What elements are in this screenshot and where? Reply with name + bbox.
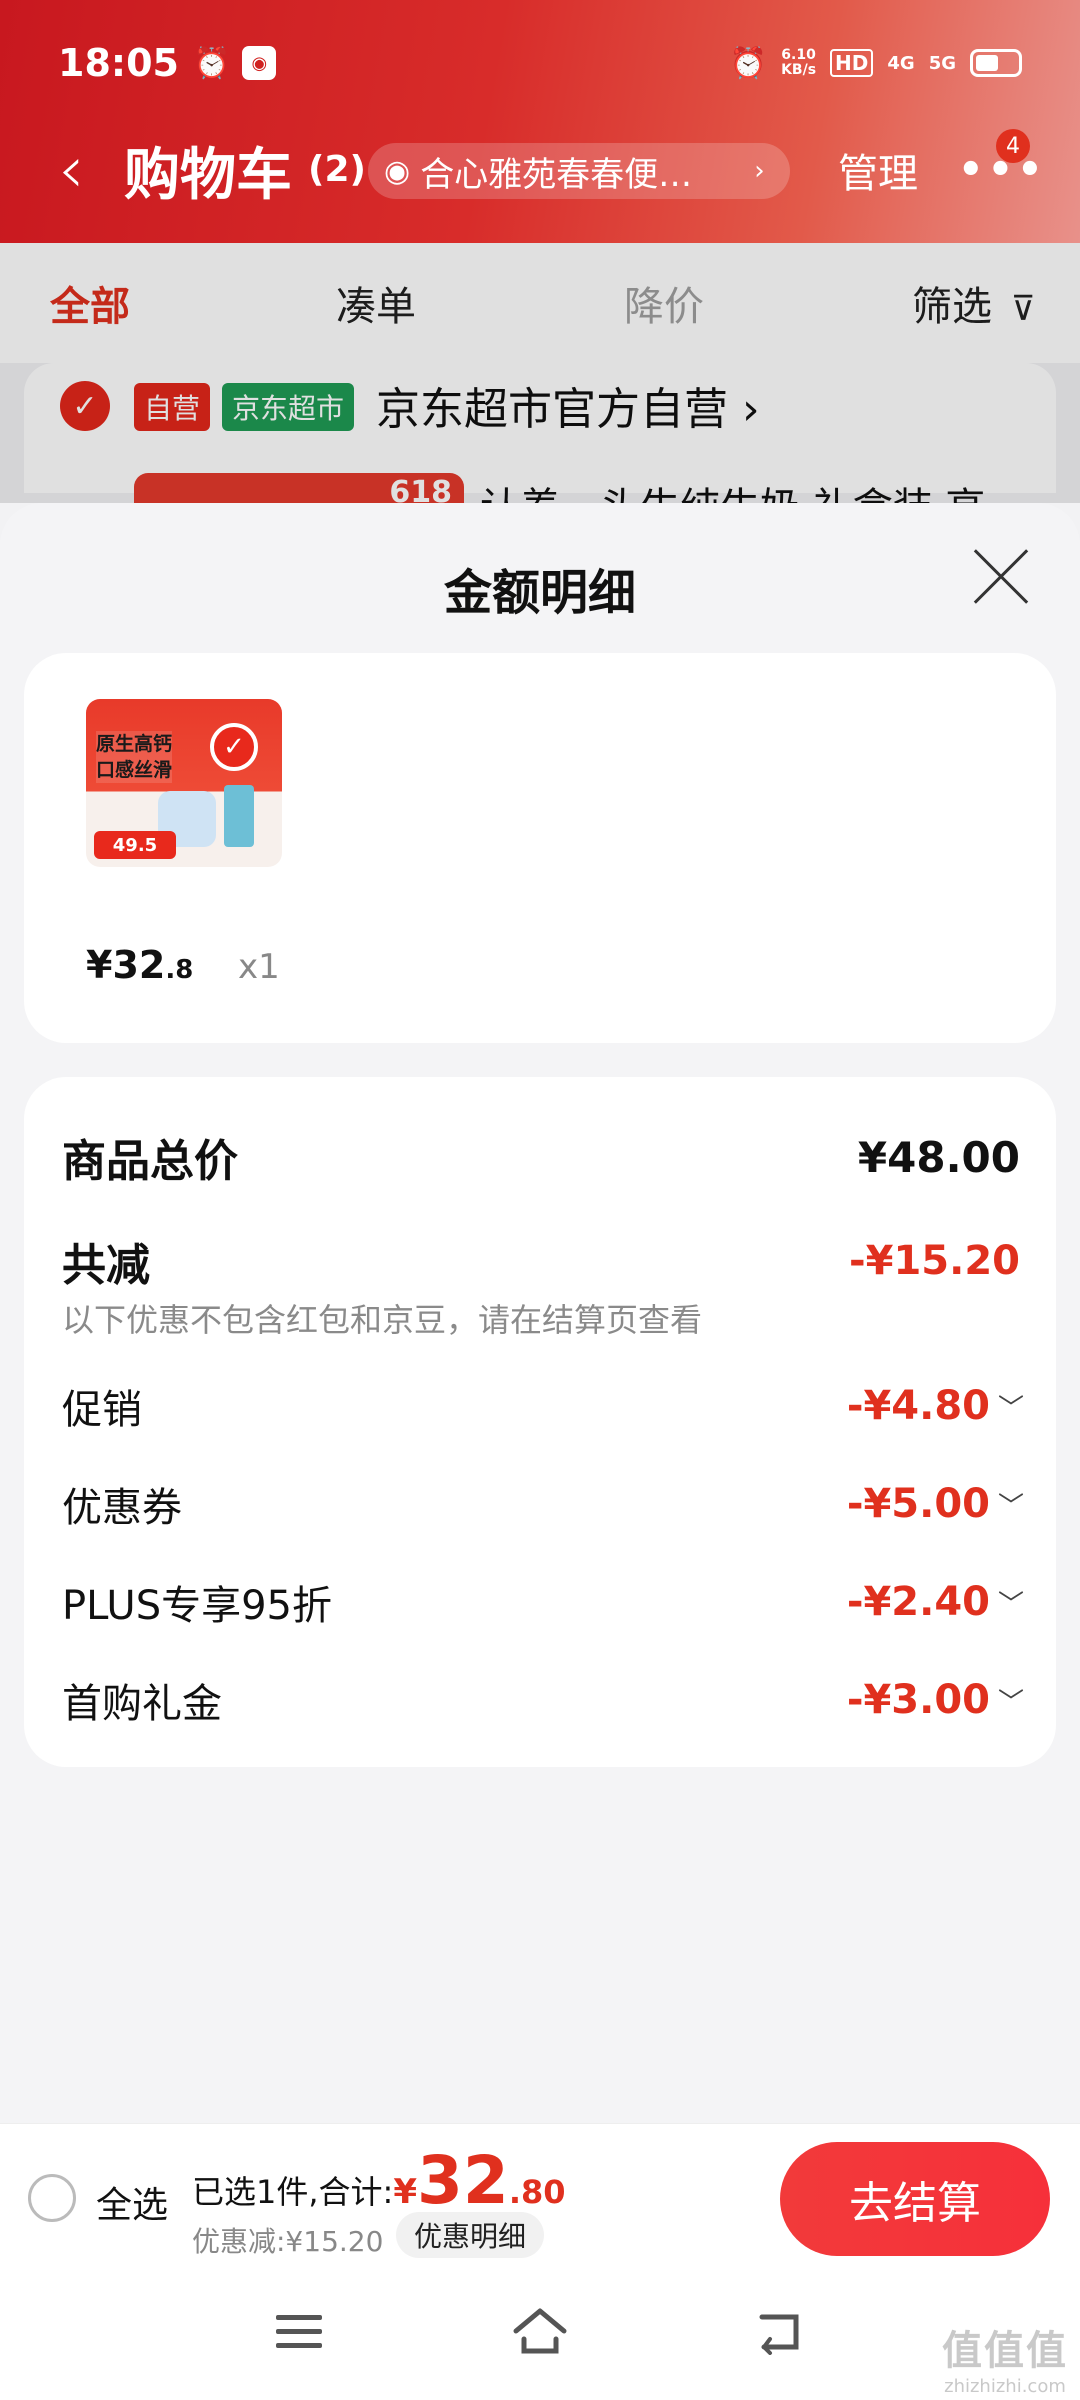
discount-row[interactable]: PLUS专享95折 -¥2.40 ﹀ (62, 1573, 1024, 1631)
cart-count: (2) (308, 149, 366, 190)
package-image (224, 785, 254, 847)
back-nav-icon[interactable] (756, 2309, 806, 2355)
status-right: ⏰ 6.10 KB/s HD 4G 5G (716, 46, 1022, 81)
item-price-dec: .8 (165, 955, 194, 985)
discount-label: 促销 (62, 1387, 142, 1433)
alarm-icon: ⏰ (192, 45, 231, 81)
watermark-logo: 值值值 (942, 2328, 1068, 2374)
app-notification-icon: ◉ (242, 46, 277, 80)
watermark: 值值值 zhizhizhi.com (942, 2318, 1068, 2397)
alarm-icon: ⏰ (729, 45, 768, 81)
status-bar: 18:05 ⏰ ◉ ⏰ 6.10 KB/s HD 4G 5G (58, 38, 1022, 88)
thumb-price: 49.5 (94, 831, 176, 859)
reduce-label: 共减 (62, 1240, 150, 1291)
watermark-url: zhizhizhi.com (944, 2376, 1066, 2397)
battery-icon (970, 49, 1022, 77)
checkout-button[interactable]: 去结算 (780, 2142, 1050, 2256)
chevron-down-icon[interactable]: ﹀ (998, 1486, 1024, 1523)
item-quantity: x1 (238, 947, 280, 987)
more-badge: 4 (996, 129, 1030, 163)
amount-detail-sheet: 金额明细 原生高钙 口感丝滑 ✓ 49.5 ¥32.8 x1 商品总价 ¥48.… (0, 503, 1080, 2123)
total-yen: ¥ (393, 2172, 417, 2212)
total-value: ¥48.00 (857, 1132, 1020, 1182)
header: 18:05 ⏰ ◉ ⏰ 6.10 KB/s HD 4G 5G ‹ 购物车 (2)… (0, 0, 1080, 243)
selected-text: 已选1件,合计: (192, 2173, 394, 2211)
address-selector[interactable]: ◉ 合心雅苑春春便… › (368, 143, 790, 199)
page-title: 购物车 (124, 142, 292, 208)
discount-row[interactable]: 促销 -¥4.80 ﹀ (62, 1377, 1024, 1435)
discount-row[interactable]: 首购礼金 -¥3.00 ﹀ (62, 1671, 1024, 1729)
discount-summary: 优惠减:¥15.20 (192, 2225, 384, 2258)
item-card: 原生高钙 口感丝滑 ✓ 49.5 ¥32.8 x1 (24, 653, 1056, 1043)
select-all-checkbox[interactable] (28, 2174, 76, 2222)
total-int: 32 (417, 2142, 509, 2219)
select-all-label[interactable]: 全选 (96, 2176, 168, 2228)
sheet-title: 金额明细 (443, 565, 636, 621)
item-price: ¥32.8 (86, 943, 193, 987)
signal-4g-icon: 4G (887, 52, 915, 74)
status-time: 18:05 (58, 41, 179, 85)
home-icon[interactable] (512, 2305, 568, 2357)
net-speed-value: 6.10 (781, 47, 816, 63)
nav-bar: ‹ 购物车 (2) ◉ 合心雅苑春春便… › 管理 ••• 4 (0, 125, 1080, 215)
discount-row[interactable]: 优惠券 -¥5.00 ﹀ (62, 1475, 1024, 1533)
hd-icon: HD (830, 49, 874, 77)
thumb-text: 原生高钙 口感丝滑 (96, 731, 173, 783)
total-row: 商品总价 ¥48.00 (62, 1125, 1020, 1189)
item-price-int: ¥32 (86, 943, 166, 987)
discount-label: 优惠券 (62, 1485, 182, 1531)
signal-5g-icon: 5G (928, 52, 956, 74)
manage-button[interactable]: 管理 (838, 141, 918, 199)
close-icon[interactable] (972, 547, 1030, 605)
total-label: 商品总价 (62, 1136, 238, 1187)
eye-icon: ◉ (384, 153, 411, 189)
net-speed-unit: KB/s (781, 62, 817, 78)
chevron-down-icon[interactable]: ﹀ (998, 1388, 1024, 1425)
discount-value: -¥5.00 (846, 1481, 990, 1527)
total-dec: .80 (508, 2173, 566, 2211)
discount-label: 首购礼金 (62, 1681, 222, 1727)
total-summary: 已选1件,合计: ¥ 32 .80 (192, 2142, 566, 2219)
discount-detail-button[interactable]: 优惠明细 (396, 2212, 545, 2258)
overlay-mask[interactable] (0, 243, 1080, 503)
discount-value: -¥3.00 (846, 1677, 990, 1723)
net-speed: 6.10 KB/s (781, 48, 816, 78)
discount-label: PLUS专享95折 (62, 1583, 332, 1629)
price-breakdown-card: 商品总价 ¥48.00 共减 -¥15.20 以下优惠不包含红包和京豆，请在结算… (24, 1077, 1056, 1767)
reduce-note: 以下优惠不包含红包和京豆，请在结算页查看 (62, 1301, 703, 1339)
menu-icon[interactable] (276, 2315, 322, 2357)
reduce-row: 共减 -¥15.20 (62, 1229, 1020, 1293)
discount-value: -¥4.80 (846, 1383, 990, 1429)
reduce-value: -¥15.20 (849, 1238, 1020, 1284)
address-text: 合心雅苑春春便… (420, 154, 693, 195)
checkout-bar: 全选 已选1件,合计: ¥ 32 .80 优惠减:¥15.20 优惠明细 去结算 (0, 2123, 1080, 2273)
discount-value: -¥2.40 (846, 1579, 990, 1625)
back-icon[interactable]: ‹ (58, 137, 84, 203)
product-thumbnail[interactable]: 原生高钙 口感丝滑 ✓ 49.5 (86, 699, 282, 867)
system-nav-bar (0, 2273, 1080, 2400)
check-icon: ✓ (210, 723, 258, 771)
chevron-down-icon[interactable]: ﹀ (998, 1584, 1024, 1621)
chevron-down-icon[interactable]: ﹀ (998, 1682, 1024, 1719)
chevron-right-icon: › (754, 156, 765, 186)
